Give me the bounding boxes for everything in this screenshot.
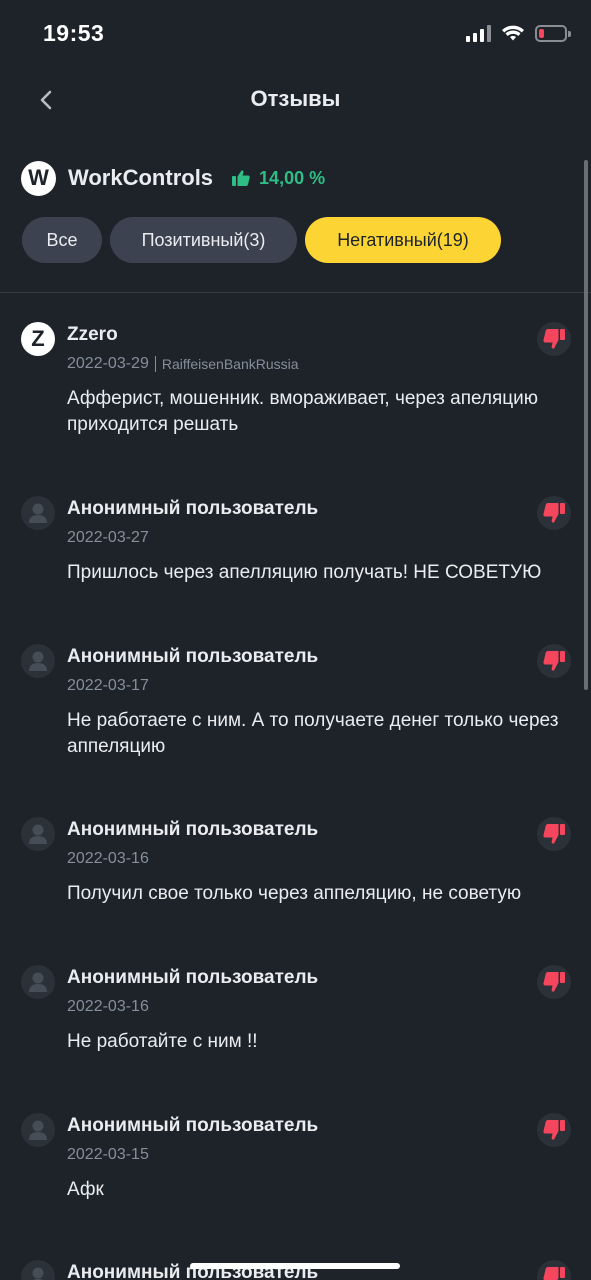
review-meta: 2022-03-17: [67, 677, 149, 695]
review-date: 2022-03-16: [67, 998, 149, 1015]
negative-badge: [537, 322, 571, 356]
thumbs-down-icon: [543, 824, 565, 844]
tab-negative[interactable]: Негативный(19): [305, 217, 501, 263]
thumbs-down-icon: [543, 651, 565, 671]
status-time: 19:53: [43, 20, 105, 46]
user-icon: [21, 1260, 55, 1280]
thumbs-down-icon: [543, 972, 565, 992]
review-item: Анонимный пользователь 2022-03-16 Получи…: [21, 817, 571, 917]
tab-positive[interactable]: Позитивный(3): [110, 217, 297, 263]
review-text: Не работаете с ним. А то получаете денег…: [67, 710, 559, 757]
negative-badge: [537, 965, 571, 999]
review-meta: 2022-03-27: [67, 529, 149, 547]
review-item: Анонимный пользователь 2022-03-15 Афк: [21, 1113, 571, 1213]
avatar: Z: [21, 322, 55, 356]
tab-all[interactable]: Все: [22, 217, 102, 263]
user-icon: [21, 965, 55, 999]
thumbs-down-icon: [543, 503, 565, 523]
review-date: 2022-03-17: [67, 677, 149, 694]
review-item: Анонимный пользователь 2022-03-17 Не раб…: [21, 644, 571, 764]
reviewer-name: Анонимный пользователь: [67, 967, 319, 988]
merchant-name: WorkControls: [68, 165, 214, 190]
page-title: Отзывы: [250, 86, 341, 111]
user-icon: [21, 644, 55, 678]
review-date: 2022-03-15: [67, 1146, 149, 1163]
meta-separator: [154, 356, 156, 372]
review-item: Анонимный пользователь 2022-03-27 Пришло…: [21, 496, 571, 596]
negative-badge: [537, 1260, 571, 1280]
review-meta: 2022-03-16: [67, 998, 149, 1016]
reviewer-name: Анонимный пользователь: [67, 819, 319, 840]
reviewer-name: Анонимный пользователь: [67, 498, 319, 519]
review-date: 2022-03-29: [67, 355, 149, 372]
reviewer-name: Анонимный пользователь: [67, 646, 319, 667]
review-item: Z Zzero 2022-03-29 RaiffeisenBankRussia …: [21, 322, 571, 442]
merchant-avatar: W: [21, 160, 56, 196]
review-text: Афк: [67, 1179, 104, 1200]
review-filter-tabs: Все Позитивный(3) Негативный(19): [22, 217, 501, 263]
thumbs-down-icon: [543, 329, 565, 349]
review-date: 2022-03-27: [67, 529, 149, 546]
reviewer-name: Zzero: [67, 324, 118, 345]
review-meta: 2022-03-29 RaiffeisenBankRussia: [67, 355, 299, 373]
thumbs-down-icon: [543, 1267, 565, 1280]
battery-icon: [535, 24, 571, 42]
negative-badge: [537, 644, 571, 678]
reviewer-name: Анонимный пользователь: [67, 1115, 319, 1136]
merchant-info: W WorkControls 14,00 %: [21, 158, 325, 198]
header: Отзывы: [0, 70, 591, 130]
scrollbar[interactable]: [584, 160, 588, 690]
review-text: Не работайте с ним !!: [67, 1031, 258, 1052]
review-text: Пришлось через апелляцию получать! НЕ СО…: [67, 562, 542, 583]
user-icon: [21, 1113, 55, 1147]
user-icon: [21, 496, 55, 530]
cellular-signal-icon: [466, 24, 491, 42]
review-text: Афферист, мошенник. вмораживает, через а…: [67, 388, 539, 435]
home-indicator[interactable]: [190, 1263, 400, 1269]
status-bar: 19:53: [0, 0, 591, 70]
review-meta: 2022-03-16: [67, 850, 149, 868]
rating-value: 14,00 %: [259, 167, 326, 188]
review-item: Анонимный пользователь 2022-03-16 Не раб…: [21, 965, 571, 1065]
review-meta: 2022-03-15: [67, 1146, 149, 1164]
negative-badge: [537, 496, 571, 530]
thumbs-up-icon: [232, 170, 250, 186]
review-date: 2022-03-16: [67, 850, 149, 867]
merchant-rating: 14,00 %: [231, 168, 325, 189]
negative-badge: [537, 817, 571, 851]
reviews-screen: 19:53 Отзывы W WorkControls 14,00 % Все …: [0, 0, 591, 1280]
divider: [0, 292, 591, 293]
thumbs-down-icon: [543, 1120, 565, 1140]
negative-badge: [537, 1113, 571, 1147]
user-icon: [21, 817, 55, 851]
status-icons: [466, 24, 571, 42]
payment-method: RaiffeisenBankRussia: [161, 356, 299, 372]
review-text: Получил свое только через аппеляцию, не …: [67, 883, 522, 904]
wifi-icon: [502, 25, 524, 41]
